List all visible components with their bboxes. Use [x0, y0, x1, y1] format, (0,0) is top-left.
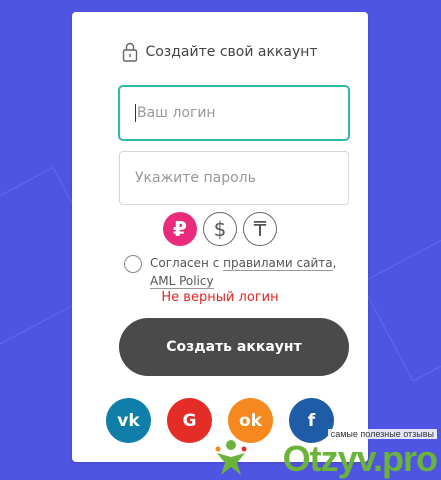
tenge-icon: ₸ [253, 217, 267, 241]
vk-icon: vk [117, 410, 140, 431]
agreement-radio[interactable] [124, 255, 142, 273]
login-placeholder: Ваш логин [137, 105, 216, 121]
card-title: Создайте свой аккаунт [145, 44, 318, 60]
currency-usd-button[interactable]: $ [203, 212, 237, 246]
currency-kzt-button[interactable]: ₸ [243, 212, 277, 246]
google-login-button[interactable]: G [167, 398, 212, 443]
watermark-logo: Otzyv.pro [282, 438, 438, 479]
error-message: Не верный логин [161, 290, 279, 305]
password-field[interactable]: Укажите пароль [119, 151, 349, 205]
vk-login-button[interactable]: vk [106, 398, 151, 443]
lock-icon [123, 42, 138, 62]
google-icon: G [182, 410, 197, 431]
agreement-row: Согласен с правилами сайта, AML Policy [124, 254, 354, 290]
ruble-icon: ₽ [173, 217, 187, 241]
watermark-figure-icon [215, 440, 247, 475]
text-caret [135, 104, 136, 122]
rules-link[interactable]: правилами сайта [223, 256, 333, 271]
signup-card: Создайте свой аккаунт Ваш логин Укажите … [72, 12, 368, 462]
create-account-label: Создать аккаунт [166, 339, 302, 355]
card-header: Создайте свой аккаунт [72, 42, 368, 62]
background-shape [360, 230, 441, 382]
dollar-icon: $ [213, 217, 227, 241]
watermark: самые полезные отзывы Otzyv.pro [211, 425, 441, 480]
password-placeholder: Укажите пароль [135, 170, 256, 186]
agreement-prefix: Согласен с [150, 256, 220, 270]
login-field[interactable]: Ваш логин [119, 86, 349, 140]
create-account-button[interactable]: Создать аккаунт [119, 318, 349, 376]
currency-selector: ₽ $ ₸ [72, 212, 368, 246]
aml-policy-link[interactable]: AML Policy [150, 274, 214, 289]
currency-rub-button[interactable]: ₽ [163, 212, 197, 246]
agreement-separator: , [332, 256, 337, 270]
